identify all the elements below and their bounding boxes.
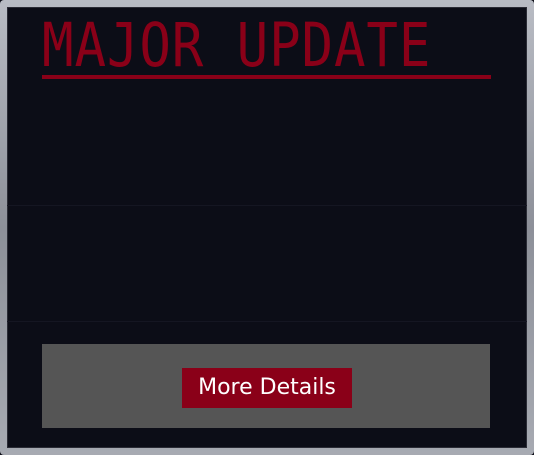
divider	[7, 205, 527, 206]
window-frame: MAJOR UPDATE More Details	[0, 0, 534, 455]
title-underline	[42, 75, 491, 79]
page-title: MAJOR UPDATE	[42, 10, 432, 81]
divider	[7, 321, 527, 322]
details-panel: More Details	[42, 344, 490, 428]
update-panel: MAJOR UPDATE More Details	[7, 7, 527, 448]
more-details-button[interactable]: More Details	[182, 368, 352, 408]
